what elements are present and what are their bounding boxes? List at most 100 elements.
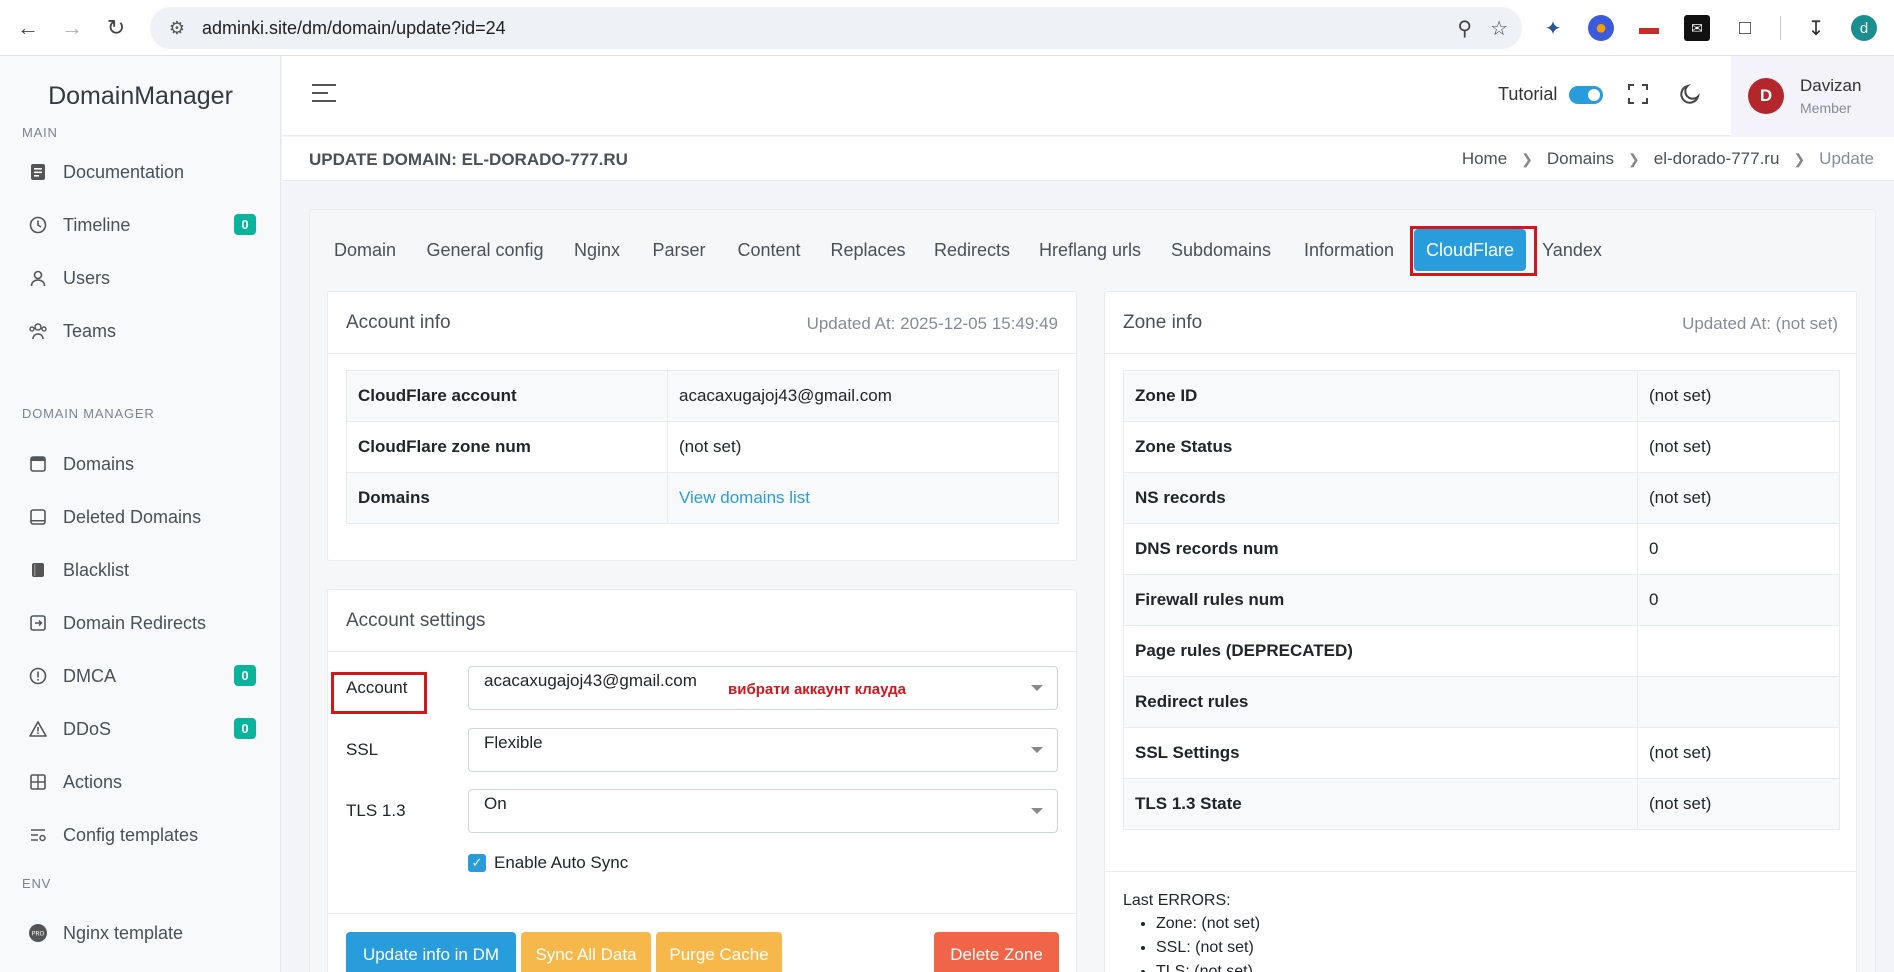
reload-icon[interactable]: ↻ xyxy=(98,10,134,46)
chevron-down-icon xyxy=(1031,747,1043,753)
sidebar-item-deleted-domains[interactable]: Deleted Domains xyxy=(0,497,281,537)
toolbar-divider xyxy=(1780,16,1781,40)
dark-mode-icon[interactable] xyxy=(1678,82,1704,108)
tls-select[interactable]: On xyxy=(468,789,1058,833)
card-header: Account settings xyxy=(328,590,1076,652)
back-icon[interactable]: ← xyxy=(10,10,46,46)
extension-mail-icon[interactable]: ✉ xyxy=(1684,15,1710,41)
tab-parser[interactable]: Parser xyxy=(644,226,714,274)
sidebar-item-dmca[interactable]: DMCA 0 xyxy=(0,656,281,696)
sidebar-item-ddos[interactable]: DDoS 0 xyxy=(0,709,281,749)
user-role: Member xyxy=(1800,100,1852,116)
row-value: (not set) xyxy=(667,421,1059,473)
breadcrumb-domains[interactable]: Domains xyxy=(1547,149,1614,169)
tutorial-label: Tutorial xyxy=(1498,84,1558,104)
row-value: (not set) xyxy=(1637,727,1840,779)
warning-triangle-icon xyxy=(27,718,49,740)
sidebar-item-documentation[interactable]: Documentation xyxy=(0,152,281,192)
site-info-icon[interactable]: ⚙ xyxy=(166,17,188,39)
tab-domain[interactable]: Domain xyxy=(322,226,408,274)
chevron-right-icon: ❯ xyxy=(1628,150,1640,167)
sidebar-item-label: Actions xyxy=(63,771,123,792)
purge-cache-button[interactable]: Purge Cache xyxy=(656,932,782,972)
tutorial-switch[interactable] xyxy=(1569,85,1604,104)
row-label: Zone ID xyxy=(1123,370,1638,422)
settings-list-icon xyxy=(27,824,49,846)
row-label: TLS 1.3 State xyxy=(1123,778,1638,830)
tab-content[interactable]: Content xyxy=(728,226,810,274)
zone-info-card: Zone info Updated At: (not set) Zone ID(… xyxy=(1104,291,1857,972)
tab-nginx[interactable]: Nginx xyxy=(562,226,632,274)
table-row: Redirect rules xyxy=(1123,676,1840,728)
delete-zone-button[interactable]: Delete Zone xyxy=(934,932,1059,972)
bookmark-star-icon[interactable]: ☆ xyxy=(1490,16,1508,41)
sidebar-item-timeline[interactable]: Timeline 0 xyxy=(0,205,281,245)
alert-circle-icon xyxy=(27,665,49,687)
url-text: adminki.site/dm/domain/update?id=24 xyxy=(202,17,506,38)
breadcrumb-domain[interactable]: el-dorado-777.ru xyxy=(1654,149,1780,169)
ssl-select[interactable]: Flexible xyxy=(468,728,1058,772)
sidebar-item-label: Timeline xyxy=(63,214,131,235)
chevron-down-icon xyxy=(1031,808,1043,814)
annotation-text: вибрати аккаунт клауда xyxy=(728,681,906,698)
chevron-right-icon: ❯ xyxy=(1793,150,1806,167)
menu-toggle-icon[interactable] xyxy=(312,84,336,104)
brand-logo[interactable]: DomainManager xyxy=(0,56,281,136)
ssl-label: SSL xyxy=(346,740,379,759)
zone-info-updated: Updated At: (not set) xyxy=(1682,314,1838,333)
row-value: (not set) xyxy=(1637,472,1840,524)
zone-info-table: Zone ID (not set) Zone Status (not set) NS… xyxy=(1123,370,1840,830)
sidebar-item-label: Domain Redirects xyxy=(63,612,207,633)
highlight-account-label xyxy=(331,672,427,714)
breadcrumb-home[interactable]: Home xyxy=(1462,149,1507,169)
row-label: CloudFlare account xyxy=(346,370,668,422)
forward-icon[interactable]: → xyxy=(54,10,90,46)
zoom-icon[interactable]: ⚲ xyxy=(1457,16,1472,41)
row-label: SSL Settings xyxy=(1123,727,1638,779)
card-header: Zone info Updated At: (not set) xyxy=(1105,292,1856,354)
account-info-table: CloudFlare account acacaxugajoj43@gmail.… xyxy=(346,370,1059,524)
sync-all-data-button[interactable]: Sync All Data xyxy=(521,932,651,972)
view-domains-link[interactable]: View domains list xyxy=(679,488,810,507)
sidebar-item-nginx-template[interactable]: PRO Nginx template xyxy=(0,913,281,953)
tab-redirects[interactable]: Redirects xyxy=(926,226,1018,274)
tab-hreflang-urls[interactable]: Hreflang urls xyxy=(1032,226,1148,274)
sidebar-item-domains[interactable]: Domains xyxy=(0,444,281,484)
sidebar-item-teams[interactable]: Teams xyxy=(0,311,281,351)
tab-information[interactable]: Information xyxy=(1294,226,1404,274)
sidebar-section-main: MAIN xyxy=(22,125,58,140)
breadcrumb: Home ❯ Domains ❯ el-dorado-777.ru ❯ Upda… xyxy=(1462,149,1874,169)
fullscreen-icon[interactable] xyxy=(1626,82,1652,108)
sidebar-item-label: DMCA xyxy=(63,665,116,686)
sidebar: DomainManager MAIN Documentation Timelin… xyxy=(0,56,281,972)
sidebar-item-users[interactable]: Users xyxy=(0,258,281,298)
row-label: NS records xyxy=(1123,472,1638,524)
tab-subdomains[interactable]: Subdomains xyxy=(1162,226,1280,274)
update-info-button[interactable]: Update info in DM xyxy=(346,932,516,972)
window-icon xyxy=(27,453,49,475)
extensions-puzzle-icon[interactable]: □ xyxy=(1732,15,1758,41)
tab-yandex[interactable]: Yandex xyxy=(1536,226,1608,274)
address-bar[interactable]: ⚙ adminki.site/dm/domain/update?id=24 ⚲ … xyxy=(150,7,1522,49)
download-icon[interactable]: ↧ xyxy=(1803,15,1829,41)
browser-profile-avatar[interactable]: d xyxy=(1851,15,1877,41)
tab-replaces[interactable]: Replaces xyxy=(822,226,914,274)
dmca-count-badge: 0 xyxy=(234,665,256,686)
extension-tool-icon[interactable]: ✦ xyxy=(1540,15,1566,41)
sidebar-item-domain-redirects[interactable]: Domain Redirects xyxy=(0,603,281,643)
tutorial-toggle[interactable]: Tutorial xyxy=(1498,84,1604,105)
extension-globe-icon[interactable]: ● xyxy=(1588,15,1614,41)
sidebar-item-config-templates[interactable]: Config templates xyxy=(0,815,281,855)
card-header: Account info Updated At: 2025-12-05 15:4… xyxy=(328,292,1076,354)
account-select-value: acacaxugajoj43@gmail.com xyxy=(484,671,697,690)
sidebar-item-actions[interactable]: Actions xyxy=(0,762,281,802)
sidebar-item-blacklist[interactable]: Blacklist xyxy=(0,550,281,590)
user-icon xyxy=(27,267,49,289)
tab-general-config[interactable]: General config xyxy=(420,226,550,274)
row-value: (not set) xyxy=(1637,370,1840,422)
table-row: DNS records num 0 xyxy=(1123,523,1840,575)
user-menu[interactable]: D Davizan Member xyxy=(1731,56,1894,136)
sidebar-item-label: Config templates xyxy=(63,824,199,845)
extension-mask-icon[interactable]: ▬ xyxy=(1636,15,1662,41)
auto-sync-checkbox[interactable]: ✓ xyxy=(468,854,486,872)
